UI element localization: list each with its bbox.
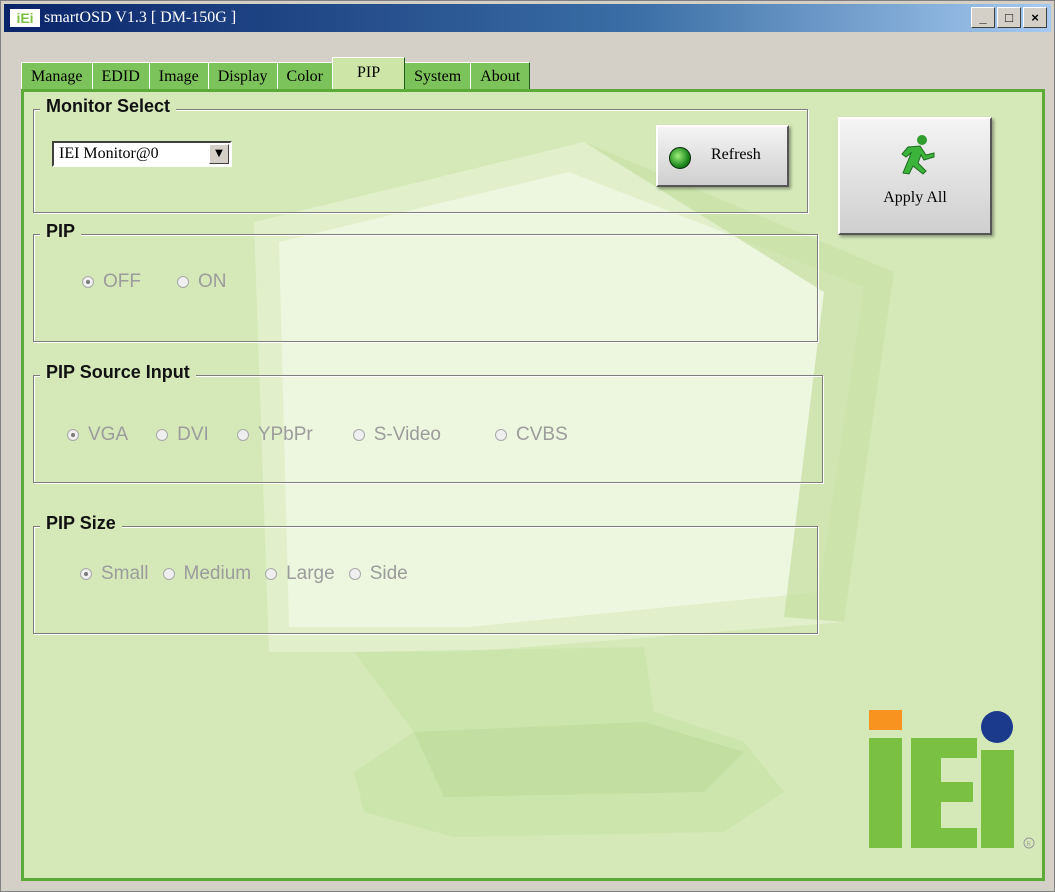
radio-selected-icon — [67, 429, 79, 441]
minimize-button[interactable]: _ — [971, 7, 995, 28]
radio-selected-icon — [80, 568, 92, 580]
tab-color[interactable]: Color — [276, 62, 333, 89]
pip-size-label: PIP Size — [40, 513, 122, 534]
tab-edid[interactable]: EDID — [91, 62, 150, 89]
pip-size-group: PIP Size Small Medium Large Side — [33, 513, 818, 634]
maximize-button[interactable]: □ — [997, 7, 1021, 28]
svg-text:R: R — [1027, 842, 1032, 848]
pip-tab-panel: Monitor Select IEI Monitor@0 ▼ Refresh A… — [21, 89, 1045, 881]
radio-icon — [177, 276, 189, 288]
monitor-select-group: Monitor Select IEI Monitor@0 ▼ Refresh — [33, 96, 808, 213]
pip-off-option[interactable]: OFF — [82, 271, 141, 293]
radio-icon — [162, 568, 175, 580]
size-medium-label: Medium — [183, 563, 252, 584]
source-cvbs-label: CVBS — [516, 424, 568, 445]
window-controls: _ □ × — [971, 7, 1047, 28]
chevron-down-icon[interactable]: ▼ — [209, 144, 229, 164]
monitor-select-label: Monitor Select — [40, 96, 177, 117]
refresh-button-label: Refresh — [711, 146, 761, 163]
status-led-icon — [669, 147, 691, 169]
apply-all-button[interactable]: Apply All — [838, 117, 992, 235]
pip-radio-group: OFF ON — [82, 271, 227, 293]
pip-on-option[interactable]: ON — [177, 271, 227, 293]
app-window: iEi smartOSD V1.3 [ DM-150G ] _ □ × Mana… — [0, 0, 1055, 892]
size-side-option[interactable]: Side — [348, 563, 408, 585]
size-medium-option[interactable]: Medium — [162, 563, 252, 585]
pip-source-group: PIP Source Input VGA DVI YPbPr S-Video C… — [33, 362, 823, 483]
pip-source-radio-group: VGA DVI YPbPr S-Video CVBS — [67, 424, 568, 446]
size-large-label: Large — [286, 563, 335, 584]
pip-source-label: PIP Source Input — [40, 362, 196, 383]
radio-icon — [348, 568, 361, 580]
running-man-icon — [901, 135, 935, 175]
title-bar[interactable]: iEi smartOSD V1.3 [ DM-150G ] _ □ × — [4, 4, 1051, 32]
tab-system[interactable]: System — [404, 62, 472, 89]
pip-off-label: OFF — [103, 271, 141, 292]
tab-bar: Manage EDID Image Display Color PIP Syst… — [21, 57, 531, 89]
radio-icon — [495, 429, 507, 441]
tab-display[interactable]: Display — [207, 62, 278, 89]
radio-selected-icon — [82, 276, 94, 288]
source-dvi-option[interactable]: DVI — [156, 424, 209, 446]
source-svideo-label: S-Video — [373, 424, 441, 445]
window-title: smartOSD V1.3 [ DM-150G ] — [44, 9, 237, 26]
pip-on-label: ON — [198, 271, 227, 292]
size-large-option[interactable]: Large — [265, 563, 335, 585]
app-logo-icon: iEi — [10, 9, 40, 27]
pip-group: PIP OFF ON — [33, 221, 818, 342]
source-vga-label: VGA — [88, 424, 129, 445]
radio-icon — [236, 429, 249, 441]
pip-size-radio-group: Small Medium Large Side — [80, 563, 408, 585]
radio-icon — [265, 568, 278, 580]
size-side-label: Side — [369, 563, 408, 584]
tab-image[interactable]: Image — [148, 62, 209, 89]
tab-manage[interactable]: Manage — [21, 62, 93, 89]
size-small-option[interactable]: Small — [80, 563, 149, 585]
source-dvi-label: DVI — [177, 424, 209, 445]
apply-all-label: Apply All — [883, 189, 947, 206]
monitor-select-value: IEI Monitor@0 — [59, 145, 159, 162]
tab-about[interactable]: About — [470, 62, 531, 89]
tab-pip[interactable]: PIP — [331, 57, 406, 89]
source-vga-option[interactable]: VGA — [67, 424, 128, 446]
pip-label: PIP — [40, 221, 82, 242]
source-ypbpr-option[interactable]: YPbPr — [236, 424, 313, 446]
size-small-label: Small — [101, 563, 149, 584]
close-button[interactable]: × — [1023, 7, 1047, 28]
source-ypbpr-label: YPbPr — [257, 424, 313, 445]
iei-logo: R — [869, 710, 1035, 849]
monitor-select-dropdown[interactable]: IEI Monitor@0 ▼ — [52, 141, 232, 167]
refresh-button[interactable]: Refresh — [656, 125, 789, 187]
source-cvbs-option[interactable]: CVBS — [495, 424, 568, 446]
radio-icon — [156, 429, 169, 441]
source-svideo-option[interactable]: S-Video — [352, 424, 441, 446]
radio-icon — [352, 429, 365, 441]
